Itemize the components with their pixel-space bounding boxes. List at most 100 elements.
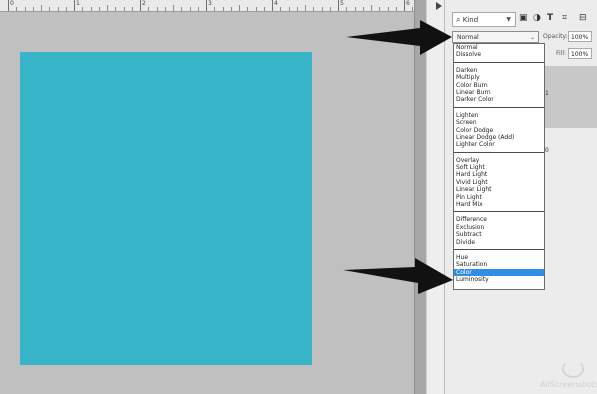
blend-group-divider: [454, 61, 544, 63]
ruler-minor-tick: [288, 7, 290, 11]
blend-mode-option[interactable]: Subtract: [454, 231, 544, 238]
blend-mode-option[interactable]: Hard Light: [454, 171, 544, 178]
ruler-minor-tick: [131, 7, 133, 11]
blend-mode-option[interactable]: Darker Color: [454, 96, 544, 103]
smart-object-filter-icon[interactable]: ⊟: [579, 13, 587, 23]
ruler-label: 1: [76, 0, 80, 7]
document-canvas[interactable]: [0, 12, 414, 394]
blend-mode-option[interactable]: Multiply: [454, 74, 544, 81]
kind-filter-dropdown[interactable]: ⌕ Kind ▼: [452, 12, 516, 27]
blend-mode-option[interactable]: Color Dodge: [454, 127, 544, 134]
collapsed-panel-strip: [426, 0, 445, 394]
adjustment-filter-icon[interactable]: ◑: [533, 13, 541, 23]
blend-mode-list: Normal Dissolve Darken Multiply Color Burn Li…: [453, 43, 545, 290]
ruler-minor-tick: [189, 7, 191, 11]
blend-mode-option[interactable]: Hue: [454, 254, 544, 261]
ruler-major-tick: [206, 0, 207, 11]
blend-group-divider: [454, 106, 544, 108]
ruler-label: 2: [142, 0, 146, 7]
cyan-square-layer[interactable]: [20, 52, 312, 365]
blend-mode-option[interactable]: Color: [454, 268, 544, 277]
ruler-minor-tick: [387, 7, 389, 11]
blend-mode-option[interactable]: Difference: [454, 216, 544, 223]
ruler-minor-tick: [115, 7, 117, 11]
blend-mode-value: Normal: [457, 34, 479, 41]
ruler-minor-tick: [98, 7, 100, 11]
blend-mode-option[interactable]: Lighter Color: [454, 141, 544, 148]
ruler-major-tick: [404, 0, 405, 11]
ruler-minor-tick: [263, 7, 265, 11]
ruler-minor-tick: [49, 7, 51, 11]
ruler-minor-tick: [346, 7, 348, 11]
ruler-label: 0: [10, 0, 14, 7]
layer-name-1: 1: [545, 90, 549, 97]
ruler-minor-tick: [255, 7, 257, 11]
blend-mode-option[interactable]: Pin Light: [454, 194, 544, 201]
ruler-major-tick: [140, 0, 141, 11]
chevron-down-icon: ▼: [506, 16, 511, 23]
ruler-minor-tick: [247, 7, 249, 11]
blend-mode-option[interactable]: Divide: [454, 239, 544, 246]
ruler-minor-tick: [148, 7, 150, 11]
layer-row-selected[interactable]: [544, 66, 597, 128]
blend-mode-option[interactable]: Soft Light: [454, 164, 544, 171]
ruler-minor-tick: [379, 7, 381, 11]
blend-mode-option[interactable]: Linear Light: [454, 186, 544, 193]
watermark: AllScreenshots: [540, 358, 597, 392]
ruler-minor-tick: [173, 5, 174, 11]
blend-mode-option[interactable]: Dissolve: [454, 51, 544, 58]
ruler-minor-tick: [181, 7, 183, 11]
blend-group-divider: [454, 211, 544, 213]
ruler-minor-tick: [395, 7, 397, 11]
blend-mode-option[interactable]: Darken: [454, 67, 544, 74]
ruler-minor-tick: [329, 7, 331, 11]
blend-mode-option[interactable]: Luminosity: [454, 276, 544, 283]
blend-mode-option[interactable]: Lighten: [454, 112, 544, 119]
ruler-minor-tick: [313, 7, 315, 11]
ruler-label: 5: [340, 0, 344, 7]
blend-mode-option[interactable]: Screen: [454, 119, 544, 126]
layer-name-0: 0: [545, 147, 549, 154]
blend-mode-option[interactable]: Hard Mix: [454, 201, 544, 208]
ruler-minor-tick: [57, 7, 59, 11]
ruler-minor-tick: [164, 7, 166, 11]
ruler-label: 4: [274, 0, 278, 7]
opacity-input[interactable]: 100%: [568, 31, 592, 42]
fill-label: Fill:: [556, 50, 567, 57]
type-filter-icon[interactable]: T: [547, 13, 553, 23]
blend-mode-option[interactable]: Overlay: [454, 157, 544, 164]
blend-mode-option[interactable]: Saturation: [454, 261, 544, 268]
blend-mode-option[interactable]: Linear Dodge (Add): [454, 134, 544, 141]
ruler-minor-tick: [354, 7, 356, 11]
watermark-text: AllScreenshots: [540, 380, 597, 389]
blend-mode-option[interactable]: Linear Burn: [454, 89, 544, 96]
fill-input[interactable]: 100%: [568, 48, 592, 59]
play-icon[interactable]: [436, 2, 442, 10]
image-filter-icon[interactable]: ▣: [519, 13, 528, 23]
ruler-minor-tick: [156, 7, 158, 11]
watermark-logo-icon: [562, 360, 584, 378]
blend-mode-option[interactable]: Exclusion: [454, 224, 544, 231]
opacity-label: Opacity:: [543, 33, 568, 40]
ruler-minor-tick: [16, 7, 18, 11]
ruler-minor-tick: [107, 5, 108, 11]
ruler-minor-tick: [82, 7, 84, 11]
ruler-minor-tick: [24, 7, 26, 11]
ruler-minor-tick: [321, 7, 323, 11]
blend-mode-option[interactable]: Vivid Light: [454, 179, 544, 186]
ruler-minor-tick: [305, 5, 306, 11]
blend-mode-option[interactable]: Normal: [454, 44, 544, 51]
search-icon: ⌕: [456, 15, 461, 24]
blend-group-divider: [454, 151, 544, 153]
blend-mode-select[interactable]: Normal ⌄: [452, 31, 539, 43]
ruler-minor-tick: [239, 5, 240, 11]
ruler-minor-tick: [214, 7, 216, 11]
ruler-minor-tick: [65, 7, 67, 11]
ruler-minor-tick: [371, 5, 372, 11]
blend-mode-option[interactable]: Color Burn: [454, 82, 544, 89]
kind-filter-label: Kind: [462, 16, 479, 24]
layer-filter-row: ⌕ Kind ▼ ▣ ◑ T ⌗ ⊟: [452, 12, 597, 27]
ruler-minor-tick: [41, 5, 42, 11]
ruler-minor-tick: [280, 7, 282, 11]
shape-filter-icon[interactable]: ⌗: [562, 13, 567, 23]
